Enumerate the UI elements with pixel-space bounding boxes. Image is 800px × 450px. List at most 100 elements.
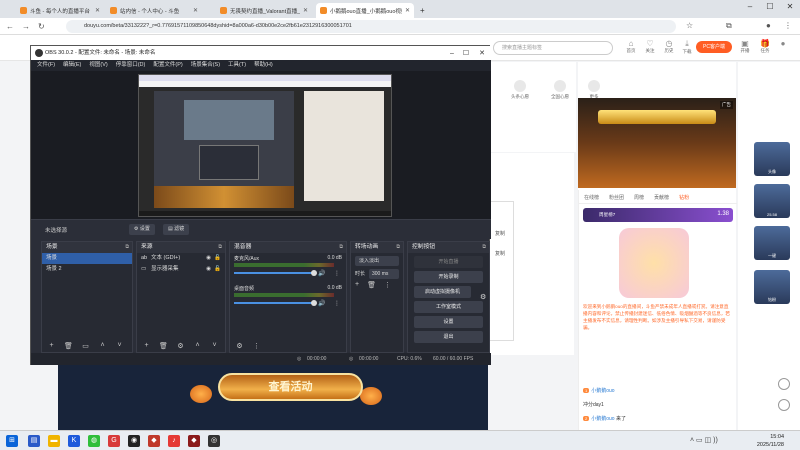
studio-mode-button[interactable]: 工作室模式 <box>414 301 483 313</box>
ad-banner[interactable]: 广告 <box>578 98 736 188</box>
obs-taskbar-icon[interactable]: ◎ <box>208 435 220 447</box>
close-window-icon[interactable]: ✕ <box>780 2 800 11</box>
maximize-icon[interactable]: ☐ <box>459 47 473 61</box>
header-avatar[interactable]: ● <box>774 39 792 48</box>
duration-input[interactable]: 300 ms <box>369 269 399 279</box>
tab-contrib[interactable]: 贡献榜 <box>649 190 674 203</box>
app-icon[interactable]: ◆ <box>148 435 160 447</box>
lock-icon[interactable]: 🔓 <box>214 264 221 275</box>
tray-icons[interactable]: ˄ ▭ ◫ )) <box>690 436 718 444</box>
add-icon[interactable]: + <box>141 342 152 349</box>
speaker-icon[interactable]: 🔊 <box>318 270 325 277</box>
header-live[interactable]: ▣ 开播 <box>736 39 754 54</box>
menu-tools[interactable]: 工具(T) <box>228 60 246 71</box>
trash-icon[interactable]: 🗑 <box>63 342 74 350</box>
trash-icon[interactable]: 🗑 <box>367 281 376 291</box>
settings-icon[interactable] <box>778 378 790 390</box>
exit-button[interactable]: 退出 <box>414 331 483 343</box>
side-card[interactable]: 钻粉 <box>754 270 790 304</box>
scene-item[interactable]: 场景 2 <box>42 264 132 275</box>
close-icon[interactable]: ✕ <box>475 47 489 61</box>
menu-docks[interactable]: 停靠窗口(D) <box>116 60 146 71</box>
arrow-down-icon[interactable]: ˅ <box>209 342 220 349</box>
add-icon[interactable]: + <box>46 342 57 349</box>
menu-file[interactable]: 文件(F) <box>37 60 55 71</box>
scene-item[interactable]: 场景 <box>42 253 132 264</box>
menu-icon[interactable]: ⋮ <box>784 21 792 30</box>
properties-button[interactable]: ⚙ 设置 <box>129 224 155 235</box>
preview-canvas[interactable] <box>138 74 392 217</box>
kebab-icon[interactable]: ⋮ <box>334 300 340 307</box>
menu-view[interactable]: 视图(V) <box>89 60 107 71</box>
wish-item-2[interactable]: 全国心愿 <box>550 80 570 100</box>
kebab-icon[interactable]: ⋮ <box>384 281 391 291</box>
virtual-camera-button[interactable]: 启动虚拟摄像机 <box>414 286 471 298</box>
slider-knob[interactable] <box>311 300 317 306</box>
settings-button[interactable]: 设置 <box>414 316 483 328</box>
browser-tab-4-active[interactable]: 小鹅鹅ouo直播_小鹅鹅ouo视频 ✕ <box>316 3 414 18</box>
netease-music-icon[interactable]: ♪ <box>168 435 180 447</box>
tab-diamond[interactable]: 钻粉 <box>674 190 694 203</box>
browser-tab-1[interactable]: 斗鱼 - 每个人的直播平台 ✕ <box>16 3 104 18</box>
star-icon[interactable]: ☆ <box>686 21 693 30</box>
view-activity-button[interactable]: 查看活动 <box>218 373 363 401</box>
source-item[interactable]: ab 文本 (GDI+) ◉ 🔓 <box>137 253 225 264</box>
header-home[interactable]: ⌂ 首页 <box>622 39 640 54</box>
wechat-icon[interactable]: ◍ <box>88 435 100 447</box>
pc-client-button[interactable]: PC客户端 <box>696 41 732 53</box>
profile-icon[interactable]: ● <box>766 21 771 30</box>
dock-undock-icon[interactable]: ⧉ <box>218 242 222 253</box>
eye-icon[interactable]: ◉ <box>206 253 211 264</box>
minimize-icon[interactable]: – <box>445 47 459 61</box>
extensions-icon[interactable]: ⧉ <box>726 21 732 31</box>
menu-edit[interactable]: 编辑(E) <box>63 60 81 71</box>
copy-label[interactable]: 复制 <box>495 230 505 237</box>
dock-undock-icon[interactable]: ⧉ <box>482 242 486 253</box>
header-task[interactable]: 🎁 任务 <box>756 39 774 54</box>
eye-icon[interactable]: ◉ <box>206 264 211 275</box>
menu-help[interactable]: 帮助(H) <box>254 60 273 71</box>
side-card[interactable]: 一键 <box>754 226 790 260</box>
arrow-up-icon[interactable]: ˄ <box>192 342 203 349</box>
speaker-icon[interactable]: 🔊 <box>318 300 325 307</box>
close-icon[interactable]: ✕ <box>193 7 198 14</box>
app-icon[interactable]: K <box>68 435 80 447</box>
clock[interactable]: 15:04 2025/11/28 <box>757 433 784 449</box>
volume-slider[interactable] <box>234 270 317 276</box>
dock-undock-icon[interactable]: ⧉ <box>125 242 129 253</box>
dock-undock-icon[interactable]: ⧉ <box>396 242 400 253</box>
chat-user[interactable]: 小鹅鹅ouo <box>591 416 614 422</box>
url-field[interactable]: douyu.com/beta/3313222?_r=0.776915711098… <box>66 20 676 33</box>
side-card[interactable]: 头像 <box>754 142 790 176</box>
wish-item[interactable]: 头条心愿 <box>510 80 530 100</box>
arrow-down-icon[interactable]: ˅ <box>114 342 125 349</box>
start-streaming-button[interactable]: 开始直播 <box>414 256 483 268</box>
file-explorer-icon[interactable]: ▬ <box>48 435 60 447</box>
add-icon[interactable]: + <box>355 281 359 291</box>
arrow-up-icon[interactable]: ˄ <box>97 342 108 349</box>
header-follow[interactable]: ♡ 关注 <box>641 39 659 54</box>
copy-label[interactable]: 复制 <box>495 250 505 257</box>
new-tab-button[interactable]: + <box>416 3 430 18</box>
menu-scene-collection[interactable]: 场景集合(S) <box>191 60 220 71</box>
browser-tab-2[interactable]: 站内信 - 个人中心 - 斗鱼 ✕ <box>106 3 202 18</box>
tab-online[interactable]: 在线榜 <box>579 190 604 203</box>
trash-icon[interactable]: 🗑 <box>158 342 169 350</box>
search-input[interactable]: 搜索直播主题标签 <box>493 41 613 55</box>
transition-select[interactable]: 淡入淡出 <box>355 256 399 266</box>
virtual-camera-gear-icon[interactable]: ⚙ <box>480 293 486 301</box>
app-icon[interactable]: ◆ <box>188 435 200 447</box>
windows-start-icon[interactable]: ⊞ <box>6 435 18 447</box>
start-recording-button[interactable]: 开始录制 <box>414 271 483 283</box>
slider-knob[interactable] <box>311 270 317 276</box>
back-icon[interactable]: ← <box>6 22 14 31</box>
feedback-icon[interactable] <box>778 399 790 411</box>
lock-icon[interactable]: 🔓 <box>214 253 221 264</box>
close-icon[interactable]: ✕ <box>95 7 100 14</box>
close-icon[interactable]: ✕ <box>303 7 308 14</box>
source-item[interactable]: ▭ 显示器采集 ◉ 🔓 <box>137 264 225 275</box>
more-item[interactable]: 更多 <box>584 80 604 100</box>
header-download[interactable]: ⤓ 下载 <box>678 39 696 55</box>
fan-banner[interactable]: 周星榜7 1.38 <box>583 208 733 222</box>
dock-undock-icon[interactable]: ⧉ <box>339 242 343 253</box>
